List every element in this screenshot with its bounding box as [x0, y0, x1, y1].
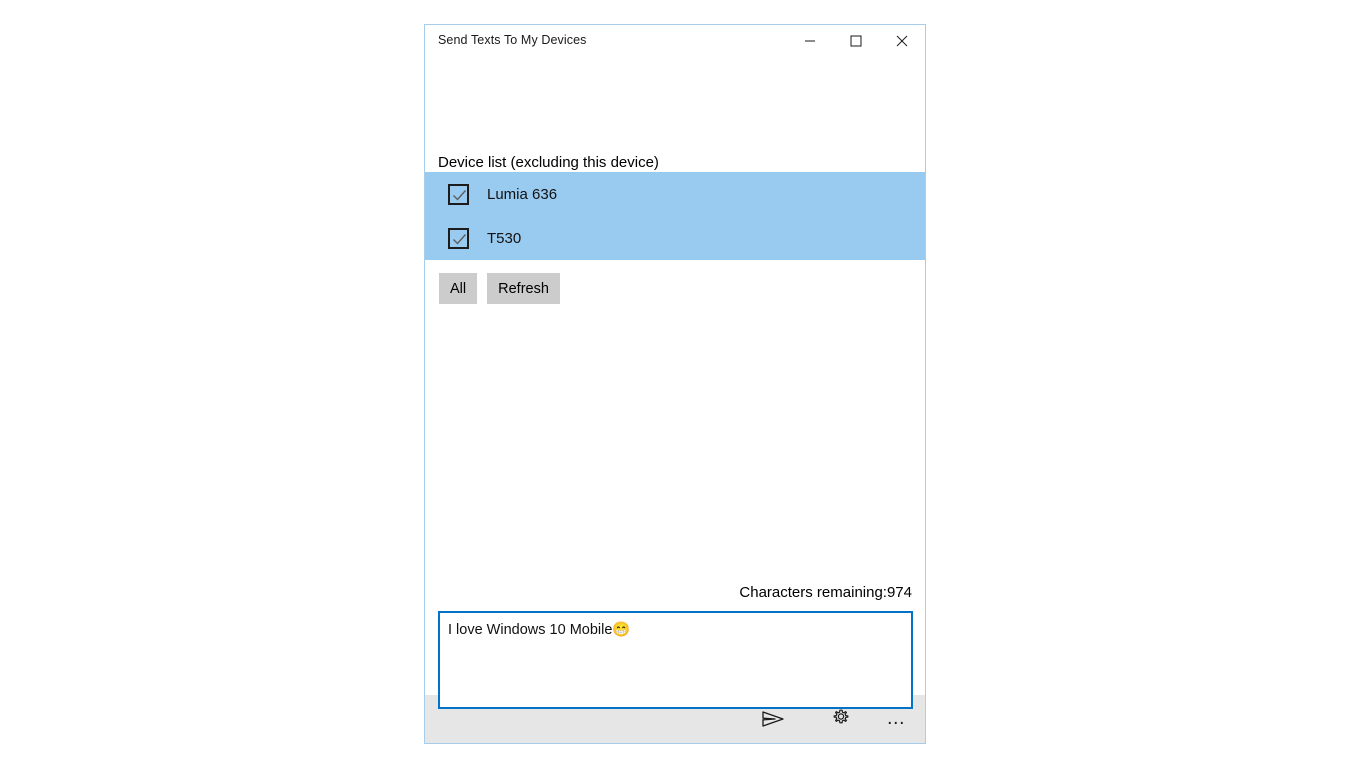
app-window: Send Texts To My Devices Device list (ex… — [424, 24, 926, 744]
close-icon — [896, 35, 908, 47]
ellipsis-icon: … — [886, 708, 908, 729]
device-name: T530 — [487, 229, 522, 247]
title-bar: Send Texts To My Devices — [425, 25, 925, 57]
maximize-button[interactable] — [833, 25, 879, 57]
device-list-label: Device list (excluding this device) — [438, 154, 659, 171]
window-controls — [787, 25, 925, 57]
window-body: Device list (excluding this device) Lumi… — [425, 57, 925, 743]
characters-remaining-label: Characters remaining:974 — [739, 584, 912, 601]
device-checkbox[interactable] — [448, 227, 469, 249]
action-buttons: All Refresh — [439, 273, 560, 304]
maximize-icon — [850, 35, 862, 47]
device-checkbox[interactable] — [448, 183, 469, 205]
send-icon — [762, 711, 784, 727]
window-title: Send Texts To My Devices — [438, 33, 587, 47]
close-button[interactable] — [879, 25, 925, 57]
device-list: Lumia 636 T530 — [425, 172, 925, 260]
message-input[interactable] — [438, 611, 913, 709]
refresh-button[interactable]: Refresh — [487, 273, 560, 304]
device-list-item[interactable]: Lumia 636 — [425, 172, 925, 216]
device-name: Lumia 636 — [487, 185, 558, 203]
select-all-button[interactable]: All — [439, 273, 478, 304]
checkmark-icon — [453, 189, 467, 201]
device-list-item[interactable]: T530 — [425, 216, 925, 260]
minimize-button[interactable] — [787, 25, 833, 57]
minimize-icon — [805, 40, 815, 42]
gear-icon — [833, 709, 849, 724]
checkmark-icon — [453, 233, 467, 245]
